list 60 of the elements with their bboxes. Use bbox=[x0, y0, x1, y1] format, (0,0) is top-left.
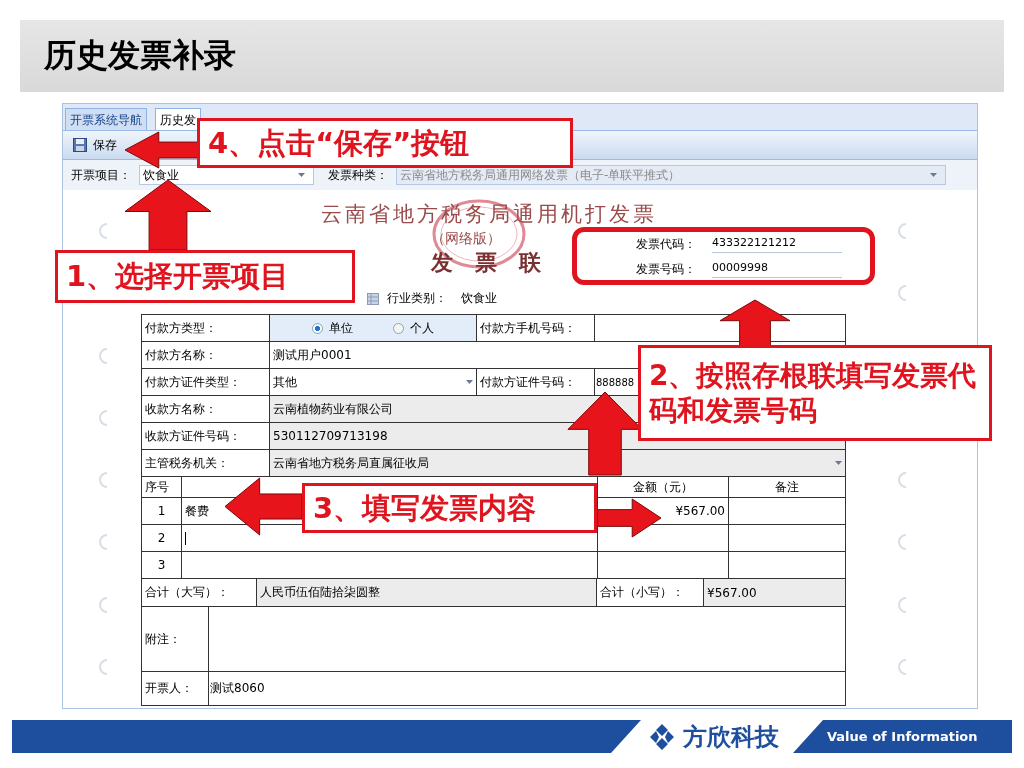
column-header: 备注 bbox=[729, 477, 846, 498]
field-label: 附注： bbox=[142, 607, 209, 672]
callout-tooltip: 3、填写发票内容 bbox=[302, 483, 597, 533]
table-cell[interactable] bbox=[729, 552, 846, 579]
table-cell[interactable] bbox=[729, 525, 846, 552]
arrow-tooltip bbox=[719, 299, 791, 347]
field-label: 收款方名称： bbox=[142, 396, 270, 423]
field-label: 付款方证件类型： bbox=[142, 369, 270, 396]
field-label: 发票代码： bbox=[636, 236, 697, 253]
slide-title: 历史发票补录 bbox=[44, 35, 236, 76]
invoice-edition: （网络版） bbox=[431, 230, 501, 248]
field-label: 付款方证件号码： bbox=[477, 369, 595, 396]
table-cell: 1 bbox=[142, 498, 182, 525]
field-label: 开票人： bbox=[142, 672, 209, 706]
field-label: 主管税务机关： bbox=[142, 450, 270, 477]
field-label: 付款方类型： bbox=[142, 315, 270, 342]
grid-icon bbox=[367, 292, 379, 305]
callout-tooltip: 2、按照存根联填写发票代码和发票号码 bbox=[638, 345, 992, 441]
field-label: 合计（大写）： bbox=[142, 579, 257, 607]
field-value: 饮食业 bbox=[461, 290, 497, 307]
tab[interactable]: 开票系统导航 bbox=[65, 108, 147, 130]
caret-icon bbox=[466, 380, 473, 384]
table-cell[interactable] bbox=[598, 552, 729, 579]
slogan: Value of Information bbox=[827, 729, 978, 744]
readonly-field: 人民币伍佰陆拾柒圆整 bbox=[257, 579, 597, 607]
field-label: 付款方名称： bbox=[142, 342, 270, 369]
input-field[interactable]: 00009998 bbox=[712, 261, 842, 278]
filter-label: 发票种类： bbox=[328, 166, 388, 184]
radio-option[interactable]: 单位 bbox=[312, 319, 353, 337]
table-cell[interactable] bbox=[729, 498, 846, 525]
invoice-copy-name: 发 票 联 bbox=[431, 249, 541, 277]
caret-icon bbox=[298, 173, 305, 177]
caret-icon bbox=[835, 461, 842, 465]
select-field[interactable]: 其他 bbox=[270, 369, 477, 396]
field-label: 发票号码： bbox=[636, 261, 697, 278]
arrow-tooltip bbox=[596, 498, 662, 538]
table-cell[interactable] bbox=[182, 552, 598, 579]
radio-option[interactable]: 个人 bbox=[393, 319, 434, 337]
field-label: 收款方证件号码： bbox=[142, 423, 270, 450]
invoice-title: 云南省地方税务局通用机打发票 bbox=[321, 204, 657, 225]
table-cell: 3 bbox=[142, 552, 182, 579]
select-field[interactable]: 云南省地方税务局直属征收局 bbox=[270, 450, 846, 477]
callout-tooltip: 4、点击“保存”按钮 bbox=[197, 118, 573, 168]
input-field[interactable]: 测试8060 bbox=[209, 672, 846, 706]
field-label: 付款方手机号码： bbox=[477, 315, 595, 342]
input-field[interactable]: 433322121212 bbox=[712, 236, 842, 253]
save-button[interactable]: 保存 bbox=[69, 134, 121, 156]
field-label: 合计（小写）： bbox=[597, 579, 704, 607]
callout-tooltip: 1、选择开票项目 bbox=[55, 250, 355, 303]
column-header: 序号 bbox=[142, 477, 182, 498]
table-cell: 2 bbox=[142, 525, 182, 552]
readonly-field: ¥567.00 bbox=[704, 579, 846, 607]
input-field[interactable] bbox=[209, 607, 846, 672]
tab[interactable]: 历史发 bbox=[155, 108, 201, 130]
table-cell[interactable] bbox=[598, 525, 729, 552]
brand-name: 方欣科技 bbox=[683, 721, 779, 753]
filter-label: 开票项目： bbox=[71, 166, 131, 184]
field-label: 行业类别： bbox=[387, 290, 447, 307]
caret-icon bbox=[930, 173, 937, 177]
column-header: 金额（元） bbox=[598, 477, 729, 498]
